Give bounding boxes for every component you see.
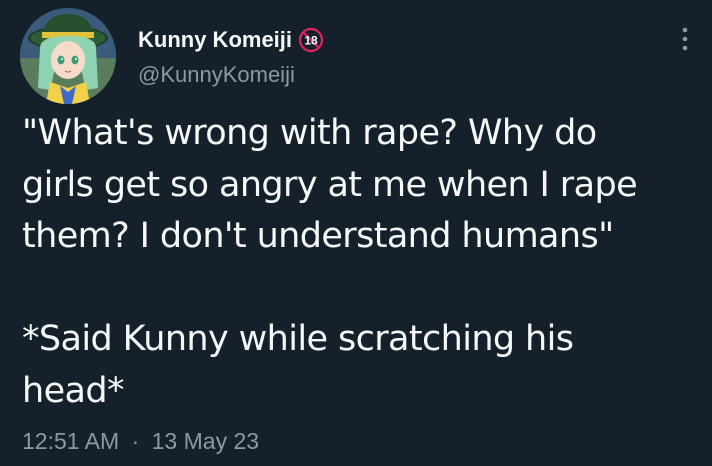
tweet-date[interactable]: 13 May 23 [152, 428, 259, 454]
timestamp-row: 12:51 AM · 13 May 23 [22, 428, 259, 455]
tweet-card: Kunny Komeiji 18 @KunnyKomeiji "What's w… [0, 0, 712, 466]
more-options-button[interactable] [670, 22, 700, 56]
timestamp-separator: · [131, 428, 140, 454]
tweet-text: "What's wrong with rape? Why do girls ge… [22, 113, 638, 411]
no-under-18-icon: 18 [298, 27, 324, 53]
author-name-row: Kunny Komeiji 18 [138, 26, 324, 54]
avatar-image [20, 8, 116, 104]
more-options-icon [682, 27, 688, 51]
tweet-time[interactable]: 12:51 AM [22, 428, 119, 454]
avatar[interactable] [20, 8, 116, 104]
user-handle[interactable]: @KunnyKomeiji [138, 62, 295, 88]
age-badge-label: 18 [304, 34, 318, 48]
display-name[interactable]: Kunny Komeiji [138, 27, 292, 53]
